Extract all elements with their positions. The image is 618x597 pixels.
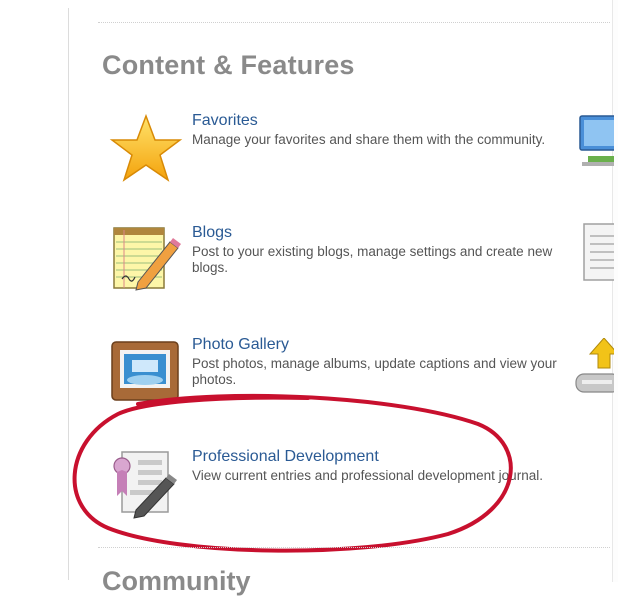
feature-blogs-link[interactable]: Blogs	[192, 224, 232, 242]
section-title: Content & Features	[102, 50, 355, 80]
photo-frame-icon	[108, 336, 184, 412]
feature-favorites-link[interactable]: Favorites	[192, 112, 258, 130]
document-icon[interactable]	[574, 222, 614, 282]
page-left-border	[68, 8, 69, 580]
feature-professional-development-link[interactable]: Professional Development	[192, 448, 379, 466]
computer-icon[interactable]	[574, 112, 614, 172]
feature-favorites[interactable]: Favorites Manage your favorites and shar…	[108, 112, 568, 192]
feature-photo-gallery-description: Post photos, manage albums, update capti…	[192, 356, 557, 387]
feature-blogs-description: Post to your existing blogs, manage sett…	[192, 244, 553, 275]
star-icon	[108, 112, 184, 188]
feature-blogs[interactable]: Blogs Post to your existing blogs, manag…	[108, 224, 568, 304]
divider-bottom	[98, 547, 610, 548]
feature-photo-gallery-link[interactable]: Photo Gallery	[192, 336, 289, 354]
feature-professional-development-description: View current entries and professional de…	[192, 468, 543, 483]
certificate-pencil-icon	[108, 448, 184, 524]
feature-favorites-description: Manage your favorites and share them wit…	[192, 132, 546, 147]
notepad-pencil-icon	[108, 224, 184, 300]
feature-photo-gallery[interactable]: Photo Gallery Post photos, manage albums…	[108, 336, 568, 416]
divider-top	[98, 22, 610, 23]
feature-professional-development[interactable]: Professional Development View current en…	[108, 448, 568, 528]
page-right-edge	[612, 0, 618, 582]
upload-drive-icon[interactable]	[574, 338, 614, 398]
